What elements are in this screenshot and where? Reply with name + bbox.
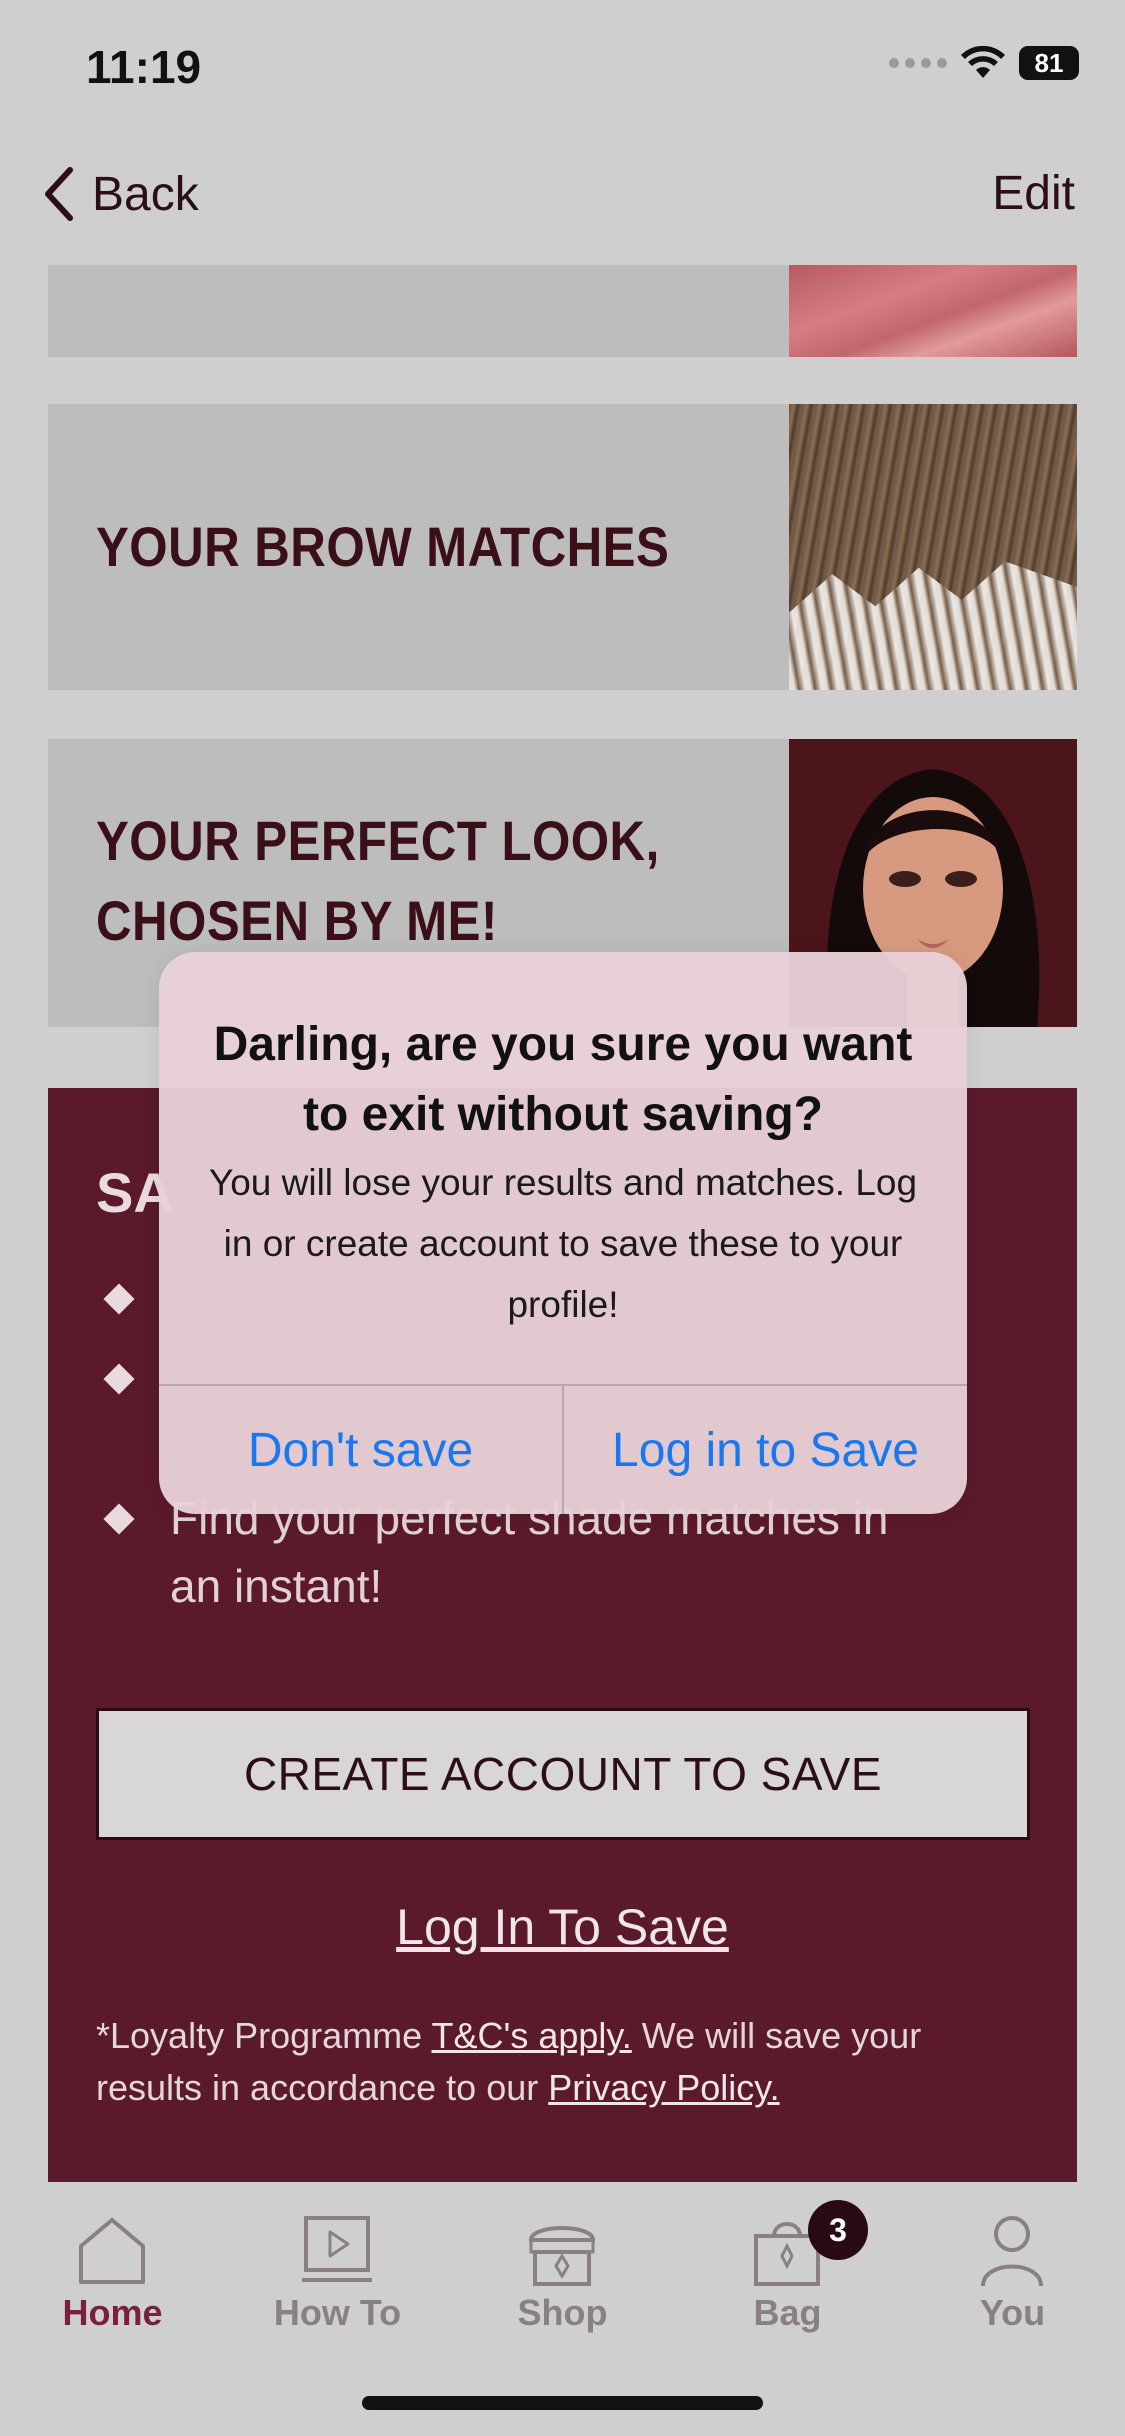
terms-link[interactable]: T&C's apply. [431, 2015, 631, 2056]
tab-home[interactable]: Home [0, 2182, 225, 2352]
wifi-icon [961, 46, 1005, 78]
back-button[interactable]: Back [44, 166, 199, 222]
log-in-to-save-button[interactable]: Log in to Save [564, 1386, 967, 1514]
result-card-brow[interactable]: YOUR BROW MATCHES [48, 404, 1077, 690]
tab-label: Home [62, 2292, 163, 2333]
lipstick-swatch-image [789, 265, 1077, 357]
dont-save-button[interactable]: Don't save [159, 1386, 562, 1514]
back-label: Back [92, 167, 199, 221]
chevron-left-icon [45, 167, 73, 221]
tab-you[interactable]: You [900, 2182, 1125, 2352]
card-title-line1: YOUR PERFECT LOOK, [96, 809, 660, 872]
tab-label: Bag [753, 2292, 822, 2333]
status-indicators: 81 [889, 46, 1079, 80]
bullet-text-line2: an instant! [170, 1560, 383, 1612]
edit-button[interactable]: Edit [992, 166, 1075, 221]
legal-text: *Loyalty Programme T&C's apply. We will … [96, 2010, 1036, 2114]
tab-bag[interactable]: 3 Bag [675, 2182, 900, 2352]
tab-label: How To [273, 2292, 402, 2333]
alert-title: Darling, are you sure you want to exit w… [213, 1018, 913, 1141]
home-indicator[interactable] [362, 2396, 763, 2410]
bag-count-badge: 3 [808, 2200, 868, 2260]
brow-gel-swatch-image [789, 404, 1077, 690]
battery-icon: 81 [1019, 46, 1079, 80]
create-account-button[interactable]: CREATE ACCOUNT TO SAVE [96, 1708, 1030, 1840]
tab-how-to[interactable]: How To [225, 2182, 450, 2352]
exit-confirmation-alert: Darling, are you sure you want to exit w… [159, 952, 967, 1514]
bullet-diamond-icon [103, 1503, 135, 1535]
tab-label: You [979, 2292, 1046, 2333]
legal-prefix: *Loyalty Programme [96, 2015, 432, 2056]
play-icon [302, 2216, 372, 2282]
alert-message: You will lose your results and matches. … [208, 1162, 918, 1325]
privacy-policy-link[interactable]: Privacy Policy. [548, 2067, 779, 2108]
status-time: 11:19 [86, 41, 202, 93]
storefront-icon [528, 2226, 596, 2286]
log-in-to-save-link[interactable]: Log In To Save [48, 1898, 1077, 1956]
card-title-line2: CHOSEN BY ME! [96, 889, 498, 952]
card-title: YOUR BROW MATCHES [96, 515, 670, 578]
battery-level: 81 [1034, 47, 1064, 78]
bullet-diamond-icon [103, 1363, 135, 1395]
bullet-diamond-icon [103, 1283, 135, 1315]
cellular-signal-icon [889, 58, 947, 68]
tab-shop[interactable]: Shop [450, 2182, 675, 2352]
result-card-lip[interactable] [48, 265, 1077, 357]
tab-label: Shop [517, 2292, 608, 2333]
home-icon [79, 2218, 145, 2284]
person-icon [981, 2216, 1043, 2287]
